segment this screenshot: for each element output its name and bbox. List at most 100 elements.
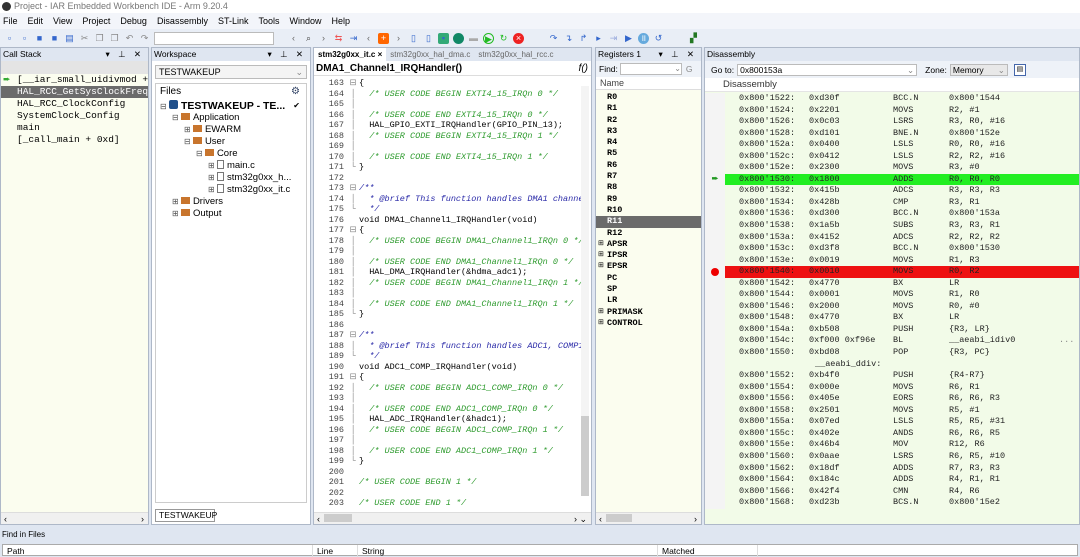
menu-disassembly[interactable]: Disassembly [157, 16, 208, 26]
break-icon[interactable]: ॥ [638, 32, 649, 44]
run-to-cursor-icon[interactable]: ⇥ [608, 33, 619, 44]
expand-icon[interactable]: ⊞ [598, 261, 604, 272]
disassembly-row[interactable]: 0x800'1540: 0x0010 MOVS R0, R2 [705, 266, 1079, 278]
expand-icon[interactable]: ⊞ [208, 161, 217, 170]
fold-icon[interactable]: ⊟ [347, 225, 359, 236]
disassembly-row[interactable]: 0x800'1544: 0x0001 MOVS R1, R0 [705, 289, 1079, 301]
fold-icon[interactable]: ⊟ [347, 183, 359, 194]
new-file-icon[interactable]: ▫ [4, 33, 15, 44]
disassembly-row[interactable]: 0x800'1522: 0xd30f BCC.N 0x800'1544 [705, 93, 1079, 105]
register-row[interactable]: ⊞ IPSR [596, 250, 701, 261]
disassembly-row[interactable]: 0x800'1558: 0x2501 MOVS R5, #1 [705, 404, 1079, 417]
register-row[interactable]: R2 [596, 115, 701, 126]
print-icon[interactable]: ▤ [64, 33, 75, 44]
paste-icon[interactable]: ❐ [109, 33, 120, 44]
step-out-icon[interactable]: ↱ [578, 33, 589, 44]
disassembly-row[interactable]: 0x800'1566: 0x42f4 CMN R4, R6 [705, 485, 1079, 498]
open-file-icon[interactable]: ▫ [19, 33, 30, 44]
register-row[interactable]: R3 [596, 126, 701, 137]
expand-icon[interactable]: ⊞ [172, 209, 181, 218]
tree-item-folder[interactable]: ⊞ Drivers [156, 196, 306, 208]
menu-help[interactable]: Help [332, 16, 351, 26]
breakpoint-shield-icon[interactable]: + [378, 32, 389, 44]
expand-icon[interactable]: ⊟ [160, 102, 169, 111]
register-row[interactable]: R7 [596, 171, 701, 182]
next-statement-icon[interactable]: ▸ [593, 33, 604, 44]
expand-icon[interactable]: ⊞ [598, 239, 604, 250]
disassembly-row[interactable]: 0x800'1528: 0xd101 BNE.N 0x800'152e [705, 127, 1079, 140]
tree-item-file[interactable]: ⊞ stm32g0xx_h... [156, 172, 306, 184]
expand-icon[interactable]: ⊞ [184, 125, 193, 134]
menu-file[interactable]: File [3, 16, 18, 26]
column-header-matched[interactable]: Matched [658, 545, 758, 557]
expand-icon[interactable]: ⊞ [598, 307, 604, 318]
horizontal-scrollbar[interactable]: ‹ › [1, 512, 148, 524]
call-stack-item[interactable]: SystemClock_Config [1, 110, 148, 122]
panel-controls[interactable]: ▾ ⊥ ✕ [267, 48, 310, 61]
disassembly-row[interactable]: 0x800'1532: 0x415b ADCS R3, R3, R3 [705, 185, 1079, 197]
disassembly-list[interactable]: 0x800'1522: 0xd30f BCC.N 0x800'1544 0x800'15… [705, 92, 1079, 509]
disassembly-row[interactable]: 0x800'155a: 0x07ed LSLS R5, R5, #31 [705, 416, 1079, 428]
fold-icon[interactable]: ⊟ [347, 78, 359, 89]
expand-icon[interactable]: ⊟ [196, 149, 205, 158]
scroll-thumb[interactable] [581, 416, 589, 496]
find-combo[interactable] [154, 31, 274, 45]
menu-view[interactable]: View [53, 16, 72, 26]
cut-icon[interactable]: ✂ [79, 33, 90, 44]
register-row[interactable]: R0 [596, 92, 701, 103]
column-header-line[interactable]: Line [313, 545, 358, 557]
horizontal-scrollbar[interactable]: ‹ › ⌄ [314, 512, 591, 524]
disassembly-row[interactable]: 0x800'1538: 0x1a5b SUBS R3, R3, R1 [705, 220, 1079, 232]
reset-icon[interactable]: ↺ [653, 33, 664, 44]
save-all-icon[interactable]: ■ [49, 33, 60, 44]
undo-icon[interactable]: ↶ [124, 33, 135, 44]
tree-item-file[interactable]: ⊞ main.c [156, 160, 306, 172]
stop-debug-icon[interactable]: × [513, 32, 524, 44]
editor-tab[interactable]: stm32g0xx_hal_dma.c [386, 48, 474, 61]
next-icon[interactable]: › [393, 33, 404, 44]
workspace-tab[interactable]: TESTWAKEUP [155, 509, 217, 522]
disassembly-row[interactable]: ➨ 0x800'1530: 0x1800 ADDS R0, R0, R0 [705, 173, 1079, 186]
stlink-icon[interactable]: ▞ [688, 33, 699, 44]
disassembly-row[interactable]: 0x800'154a: 0xb508 PUSH {R3, LR} [705, 323, 1079, 336]
step-over-icon[interactable]: ↷ [548, 33, 559, 44]
disassembly-row[interactable]: 0x800'154c: 0xf000 0xf96e BL __aeabi_idiv0.… [705, 335, 1079, 348]
editor-tab[interactable]: stm32g0xx_hal_rcc.c [474, 48, 557, 61]
expand-icon[interactable]: ⊞ [208, 173, 217, 182]
disassembly-row[interactable]: 0x800'1546: 0x2000 MOVS R0, #0 [705, 300, 1079, 313]
tree-item-folder[interactable]: ⊟ User [156, 136, 306, 148]
redo-icon[interactable]: ↷ [139, 33, 150, 44]
disassembly-row[interactable]: 0x800'1556: 0x405e EORS R6, R6, R3 [705, 393, 1079, 405]
forward-icon[interactable]: › [318, 33, 329, 44]
register-row[interactable]: R8 [596, 182, 701, 193]
disassembly-row[interactable]: 0x800'1526: 0x0c03 LSRS R3, R0, #16 [705, 116, 1079, 128]
register-row[interactable]: ⊞ CONTROL [596, 318, 701, 329]
make-icon[interactable] [453, 32, 464, 44]
file-prev-icon[interactable]: ▯ [408, 33, 419, 44]
register-row[interactable]: R12 [596, 228, 701, 239]
register-row[interactable]: R10 [596, 205, 701, 216]
register-row[interactable]: ⊞ EPSR [596, 261, 701, 272]
menu-tools[interactable]: Tools [258, 16, 279, 26]
menu-edit[interactable]: Edit [28, 16, 44, 26]
register-row[interactable]: ⊞ APSR [596, 239, 701, 250]
debug-without-download-icon[interactable]: ↻ [498, 33, 509, 44]
zone-select[interactable]: Memory ⌄ [949, 63, 1008, 76]
stop-build-icon[interactable]: ▬ [468, 33, 479, 44]
tree-item-folder[interactable]: ⊟ Core [156, 148, 306, 160]
register-row[interactable]: R6 [596, 160, 701, 171]
disassembly-row[interactable]: 0x800'152a: 0x0400 LSLS R0, R0, #16 [705, 139, 1079, 151]
disassembly-row[interactable]: 0x800'1534: 0x428b CMP R3, R1 [705, 196, 1079, 209]
disassembly-row[interactable]: 0x800'1554: 0x000e MOVS R6, R1 [705, 381, 1079, 394]
menu-st-link[interactable]: ST-Link [218, 16, 249, 26]
tree-item-folder[interactable]: ⊟ Application [156, 112, 306, 124]
toggle-source-icon[interactable]: ▤ [1013, 63, 1026, 76]
panel-controls[interactable]: ▾ ⊥ ✕ [658, 48, 701, 61]
disassembly-row[interactable]: 0x800'153c: 0xd3f8 BCC.N 0x800'1530 [705, 243, 1079, 255]
panel-controls[interactable]: ▾ ⊥ ✕ [105, 48, 148, 61]
breakpoint-icon[interactable] [711, 268, 719, 277]
function-navigator[interactable]: DMA1_Channel1_IRQHandler() f() [314, 61, 591, 76]
search-icon[interactable]: ⌕ [303, 33, 314, 44]
goto-icon[interactable]: ⇥ [348, 33, 359, 44]
toggle-bookmark-icon[interactable]: ⇆ [333, 33, 344, 44]
